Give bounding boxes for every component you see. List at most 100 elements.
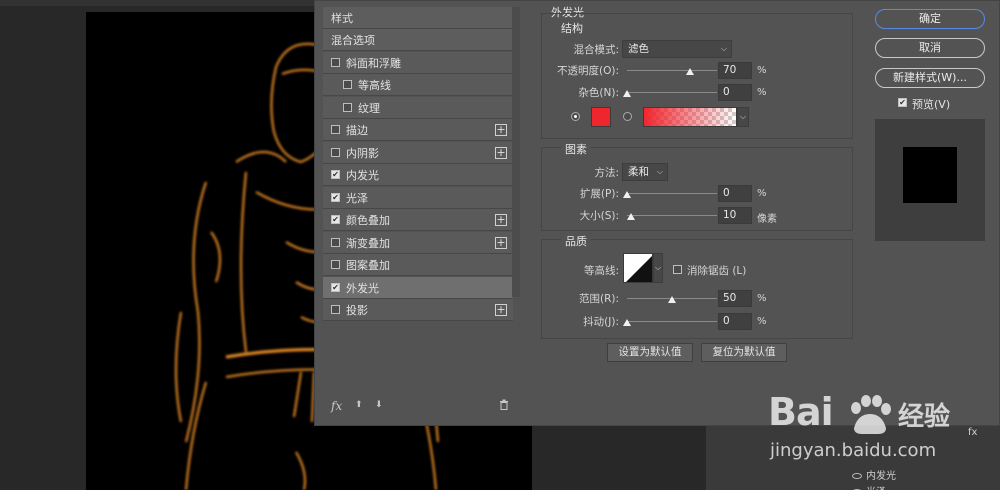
jitter-input[interactable]: 0 (718, 313, 752, 330)
jitter-unit: % (757, 316, 767, 327)
add-icon[interactable]: + (495, 147, 507, 159)
chevron-down-icon[interactable]: ⌵ (653, 253, 663, 283)
style-item-texture[interactable]: 纹理 (323, 97, 513, 119)
layer-effect-label: 内发光 (866, 471, 896, 482)
spread-input[interactable]: 0 (718, 185, 752, 202)
document-tab-bar (0, 0, 320, 6)
opacity-input[interactable]: 70 (718, 62, 752, 79)
style-item-inner-shadow[interactable]: 内阴影 + (323, 142, 513, 164)
range-input[interactable]: 50 (718, 290, 752, 307)
anti-alias-label: 消除锯齿 (L) (687, 265, 747, 277)
checkbox-checked[interactable]: ✔ (331, 193, 340, 202)
style-item-satin[interactable]: ✔ 光泽 (323, 187, 513, 209)
noise-slider-thumb[interactable] (623, 90, 631, 97)
checkbox-checked[interactable]: ✔ (331, 283, 340, 292)
spread-slider-track[interactable] (627, 193, 717, 194)
style-item-inner-glow[interactable]: ✔ 内发光 (323, 164, 513, 186)
contour-preview[interactable] (623, 253, 653, 283)
style-item-contour[interactable]: 等高线 (323, 74, 513, 96)
elements-title: 图素 (561, 141, 591, 157)
style-item-stroke[interactable]: 描边 + (323, 119, 513, 141)
chevron-down-icon: ⌵ (656, 167, 663, 176)
glow-color-swatch[interactable] (591, 107, 611, 127)
glow-gradient-swatch[interactable] (643, 107, 737, 127)
preview-checkbox[interactable]: ✔ (898, 98, 907, 107)
technique-select[interactable]: 柔和 ⌵ (622, 163, 668, 181)
checkbox[interactable] (343, 80, 352, 89)
noise-input[interactable]: 0 (718, 84, 752, 101)
size-unit: 像素 (757, 214, 777, 225)
trash-icon[interactable] (499, 399, 509, 413)
checkbox[interactable] (331, 125, 340, 134)
checkbox-checked[interactable]: ✔ (331, 170, 340, 179)
jitter-label: 抖动(J): (583, 316, 619, 328)
opacity-slider-thumb[interactable] (686, 68, 694, 75)
technique-value: 柔和 (628, 166, 649, 178)
watermark-brand: Bai (768, 390, 834, 434)
checkbox[interactable] (331, 305, 340, 314)
style-item-outer-glow[interactable]: ✔ 外发光 (323, 277, 513, 299)
chevron-down-icon: ⌵ (720, 44, 727, 53)
style-item-label: 渐变叠加 (346, 236, 390, 250)
gradient-radio[interactable] (623, 112, 632, 121)
layer-fx-label[interactable]: fx (968, 427, 977, 438)
style-item-label: 图案叠加 (346, 258, 390, 272)
style-item-label: 内阴影 (346, 146, 379, 160)
style-item-label: 等高线 (358, 78, 391, 92)
checkbox[interactable] (331, 58, 340, 67)
blend-mode-select[interactable]: 滤色 ⌵ (622, 40, 732, 58)
add-icon[interactable]: + (495, 304, 507, 316)
style-item-label: 内发光 (346, 168, 379, 182)
style-item-drop-shadow[interactable]: 投影 + (323, 299, 513, 321)
size-slider-track[interactable] (627, 215, 717, 216)
style-item-label: 外发光 (346, 281, 379, 295)
fx-icon[interactable]: fx (331, 399, 342, 413)
style-item-pattern-overlay[interactable]: 图案叠加 (323, 254, 513, 276)
paw-icon (851, 395, 891, 434)
style-item-styles[interactable]: 样式 (323, 7, 513, 29)
outer-glow-settings: 外发光 结构 混合模式: 滤色 ⌵ 不透明度(O): 70 % 杂色(N): 0 … (535, 6, 855, 421)
cancel-button[interactable]: 取消 (875, 38, 985, 58)
checkbox[interactable] (331, 238, 340, 247)
noise-slider-track[interactable] (627, 92, 717, 93)
opacity-unit: % (757, 65, 767, 76)
style-preview-thumbnail (903, 147, 957, 203)
add-icon[interactable]: + (495, 124, 507, 136)
method-label: 方法: (594, 167, 619, 179)
reset-default-button[interactable]: 复位为默认值 (701, 343, 787, 362)
layer-effect-item[interactable]: 光泽 (852, 483, 886, 490)
chevron-down-icon[interactable]: ⌵ (737, 107, 749, 127)
style-preview (875, 119, 985, 241)
quality-title: 品质 (561, 233, 591, 249)
style-item-label: 描边 (346, 123, 368, 137)
size-input[interactable]: 10 (718, 207, 752, 224)
checkbox[interactable] (331, 260, 340, 269)
watermark-brand-cn: 经验 (898, 402, 951, 432)
move-up-icon[interactable]: ⬆ (355, 400, 363, 410)
style-item-gradient-overlay[interactable]: 渐变叠加 + (323, 232, 513, 254)
style-item-bevel-emboss[interactable]: 斜面和浮雕 (323, 52, 513, 74)
ok-button[interactable]: 确定 (875, 9, 985, 29)
style-item-color-overlay[interactable]: ✔ 颜色叠加 + (323, 209, 513, 231)
style-item-blending-options[interactable]: 混合选项 (323, 29, 513, 51)
eye-icon[interactable] (852, 473, 862, 479)
range-slider-thumb[interactable] (668, 296, 676, 303)
move-down-icon[interactable]: ⬇ (375, 400, 383, 410)
checkbox[interactable] (343, 103, 352, 112)
solid-color-radio[interactable] (571, 112, 580, 121)
add-icon[interactable]: + (495, 214, 507, 226)
set-default-button[interactable]: 设置为默认值 (607, 343, 693, 362)
anti-alias-checkbox[interactable] (673, 265, 682, 274)
jitter-slider-thumb[interactable] (623, 319, 631, 326)
opacity-slider-track[interactable] (627, 70, 717, 71)
range-unit: % (757, 293, 767, 304)
checkbox[interactable] (331, 148, 340, 157)
structure-title: 结构 (561, 22, 583, 35)
styles-list-scrollbar[interactable] (512, 7, 520, 297)
new-style-button[interactable]: 新建样式(W)... (875, 68, 985, 88)
jitter-slider-track[interactable] (627, 321, 717, 322)
checkbox-checked[interactable]: ✔ (331, 215, 340, 224)
spread-slider-thumb[interactable] (623, 191, 631, 198)
add-icon[interactable]: + (495, 237, 507, 249)
size-slider-thumb[interactable] (626, 213, 635, 220)
